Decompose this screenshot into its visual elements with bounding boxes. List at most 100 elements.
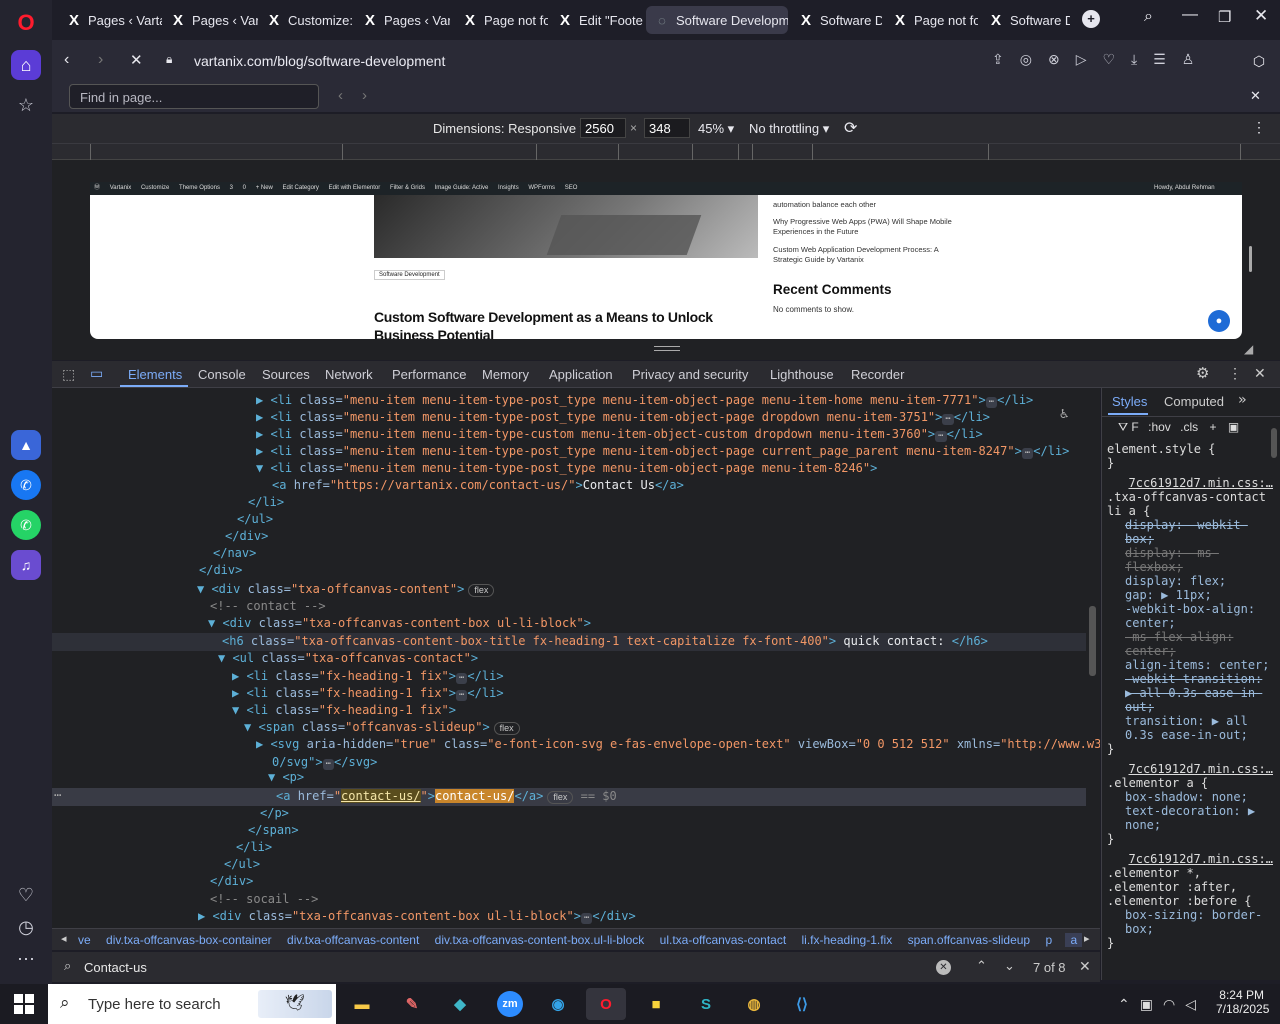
file-explorer-icon[interactable]: ▬ [342,988,382,1020]
forward-icon[interactable]: › [98,51,103,69]
dimensions-select[interactable]: Dimensions: Responsive ▾ [433,121,586,137]
dom-node-line[interactable]: ▼ <p> [268,769,304,786]
adminbar-item[interactable]: Edit Category [283,185,319,191]
tray-camera-icon[interactable]: ▣ [1140,996,1163,1012]
adblock-icon[interactable]: ⊗ [1048,51,1076,67]
devtools-more-icon[interactable]: ⋮ [1228,365,1242,382]
search-next-icon[interactable]: ⌄ [1004,958,1015,974]
dom-node-line[interactable]: <a href="https://vartanix.com/contact-us… [272,477,684,494]
whatsapp-icon[interactable]: ✆ [11,510,41,540]
vscode-icon[interactable]: ⟨⟩ [782,988,822,1020]
flow-icon[interactable]: ▷ [1076,51,1103,67]
account-icon[interactable]: ♙ [1182,51,1211,67]
find-input[interactable]: Find in page... [69,84,319,109]
clock[interactable]: 8:24 PM 7/18/2025 [1216,988,1269,1016]
dom-node-line[interactable]: </ul> [224,856,260,873]
heart-icon[interactable]: ♡ [1102,51,1131,67]
tab-network[interactable]: Network [325,367,373,382]
tray-chevron-icon[interactable]: ⌃ [1118,996,1140,1012]
adminbar-item[interactable]: Customize [141,185,169,191]
browser-tab[interactable]: X Software De [980,6,1070,34]
dom-node-line[interactable]: ▶ <li class="menu-item menu-item-type-po… [256,392,1033,409]
accessibility-icon[interactable]: ♿︎ [1060,406,1068,422]
dom-node-line[interactable]: </div> [199,562,242,579]
elements-scrollbar[interactable] [1089,606,1096,676]
wordpress-icon[interactable]: Ⓦ [94,185,100,191]
adminbar-item[interactable]: + New [256,185,273,191]
dom-node-line[interactable]: <!-- socail --> [210,891,318,908]
browser-tab-active[interactable]: ◌ Software Developme [646,6,788,34]
dom-node-line[interactable]: ▶ <li class="menu-item menu-item-type-po… [256,443,1069,460]
dom-search-input[interactable]: Contact-us [84,960,147,975]
flex-badge[interactable]: flex [493,722,520,735]
browser-tab[interactable]: X Pages ‹ Varta [354,6,450,34]
sidebar-snippet[interactable]: automation balance each other [773,200,876,209]
dom-node-line[interactable]: ▼ <ul class="txa-offcanvas-contact"> [218,650,478,667]
dom-node-line[interactable]: </ul> [237,511,273,528]
back-icon[interactable]: ‹ [64,51,69,69]
dom-node-line[interactable]: <!-- contact --> [210,598,326,615]
resize-handle-right[interactable] [1249,246,1252,272]
tab-styles[interactable]: Styles [1112,394,1147,409]
clear-search-icon[interactable]: ✕ [936,960,951,975]
dom-collapsed-ellipsis[interactable]: ⋯ [456,690,468,701]
dom-node-line[interactable]: ▶ <li class="menu-item menu-item-type-cu… [256,426,983,443]
share-icon[interactable]: ⇪ [992,51,1020,67]
browser-tab[interactable]: X Page not fou [454,6,548,34]
add-rule-icon[interactable]: + [1209,420,1216,434]
music-player-icon[interactable]: ♫ [11,550,41,580]
history-icon[interactable]: ◷ [11,912,41,942]
device-more-icon[interactable]: ⋮ [1252,119,1266,136]
taskbar-search-box[interactable]: ⌕ Type here to search 🕊︎ [48,984,336,1024]
dom-node-line[interactable]: </div> [210,873,253,890]
opera-logo-icon[interactable]: O [11,8,41,38]
dom-collapsed-ellipsis[interactable]: ⋯ [942,414,954,425]
tab-privacy[interactable]: Privacy and security [632,367,748,382]
wifi-icon[interactable]: ◠ [1163,996,1185,1012]
find-prev-icon[interactable]: ‹ [338,87,343,104]
adminbar-item[interactable]: Insights [498,185,519,191]
search-tabs-icon[interactable]: ⌕ [1144,8,1153,26]
crumb-scroll-right-icon[interactable]: ▸ [1084,932,1090,945]
find-next-icon[interactable]: › [362,87,367,104]
browser-tab[interactable]: X Customize: V [258,6,354,34]
stop-icon[interactable]: ✕ [130,51,143,69]
search-prev-icon[interactable]: ⌃ [976,958,987,974]
dom-collapsed-ellipsis[interactable]: ⋯ [935,431,947,442]
cls-toggle[interactable]: .cls [1180,420,1198,434]
app-s-icon[interactable]: S [686,988,726,1020]
dom-node-line[interactable]: </div> [225,528,268,545]
device-mode-icon[interactable]: ▭ [90,365,103,382]
adminbar-item[interactable]: SEO [565,185,578,191]
crumb-scroll-left-icon[interactable]: ◂ [61,932,67,945]
filter-input[interactable]: F [1131,420,1138,434]
messenger-icon[interactable]: ✆ [11,470,41,500]
adminbar-item[interactable]: 0 [243,185,246,191]
resize-corner-icon[interactable]: ◢ [1244,342,1253,356]
dom-node-line[interactable]: </li> [248,494,284,511]
close-devtools-icon[interactable]: ✕ [1254,365,1266,382]
crumb-active[interactable]: a [1065,933,1083,947]
throttle-select[interactable]: No throttling ▾ [749,121,829,137]
adminbar-item[interactable]: Filter & Grids [390,185,425,191]
styles-scrollbar[interactable] [1271,428,1277,458]
category-badge[interactable]: Software Development [374,270,445,280]
new-tab-button[interactable]: + [1082,10,1100,28]
dom-node-line[interactable]: ▶ <li class="fx-heading-1 fix"> ⋯ </li> [232,685,504,702]
crumb[interactable]: ve [78,933,91,947]
sidebar-link[interactable]: Custom Web Application Development Proce… [773,245,963,265]
windows-start-icon[interactable] [14,994,34,1014]
dom-node-line[interactable]: </span> [248,822,299,839]
crumb[interactable]: li.fx-heading-1.fix [802,933,893,947]
dom-collapsed-ellipsis[interactable]: ⋯ [985,397,998,408]
sidebar-link[interactable]: Why Progressive Web Apps (PWA) Will Shap… [773,217,953,237]
lock-icon[interactable]: 🔒︎ [166,52,172,67]
dom-node-line[interactable]: ▶ <li class="menu-item menu-item-type-po… [256,409,990,426]
url-field[interactable]: vartanix.com/blog/software-development [194,53,445,69]
crumb[interactable]: ul.txa-offcanvas-contact [660,933,787,947]
app-diamond-icon[interactable]: ◆ [440,988,480,1020]
dom-node-line[interactable]: ▶ <svg aria-hidden="true" class="e-font-… [256,736,1100,753]
more-tabs-icon[interactable]: » [1238,392,1246,408]
close-search-icon[interactable]: ✕ [1079,958,1091,975]
chrome-icon[interactable]: ◍ [734,988,774,1020]
